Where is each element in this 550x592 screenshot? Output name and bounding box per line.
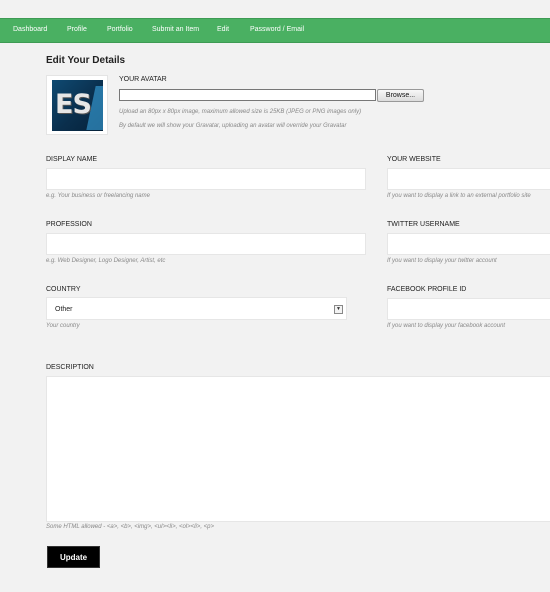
top-nav-bar: Dashboard Profile Portfolio Submit an It… [0, 18, 550, 43]
chevron-down-icon[interactable]: ▼ [334, 305, 343, 314]
country-hint: Your country [46, 323, 80, 329]
twitter-input[interactable] [387, 233, 550, 255]
description-label: DESCRIPTION [46, 364, 94, 371]
display-name-hint: e.g. Your business or freelancing name [46, 193, 150, 199]
website-label: YOUR WEBSITE [387, 156, 441, 163]
profession-input[interactable] [46, 233, 366, 255]
twitter-hint: If you want to display your twitter acco… [387, 258, 497, 264]
browse-button[interactable]: Browse... [377, 89, 424, 102]
facebook-label: FACEBOOK PROFILE ID [387, 286, 467, 293]
page-title: Edit Your Details [46, 55, 126, 66]
nav-item-password-email[interactable]: Password / Email [250, 26, 304, 33]
description-textarea[interactable] [46, 376, 550, 522]
display-name-label: DISPLAY NAME [46, 156, 98, 163]
avatar-file-input[interactable] [119, 89, 376, 101]
website-hint: If you want to display a link to an exte… [387, 193, 531, 199]
avatar-image: ES [52, 80, 103, 131]
country-select-value: Other [55, 306, 73, 313]
profession-label: PROFESSION [46, 221, 92, 228]
facebook-input[interactable] [387, 298, 550, 320]
display-name-input[interactable] [46, 168, 366, 190]
facebook-hint: If you want to display your facebook acc… [387, 323, 506, 329]
country-select[interactable]: Other ▼ [46, 297, 347, 320]
nav-item-profile[interactable]: Profile [67, 26, 87, 33]
avatar: ES [46, 75, 108, 135]
nav-item-portfolio[interactable]: Portfolio [107, 26, 133, 33]
website-input[interactable] [387, 168, 550, 190]
nav-item-edit[interactable]: Edit [217, 26, 229, 33]
nav-item-dashboard[interactable]: Dashboard [13, 26, 47, 33]
twitter-label: TWITTER USERNAME [387, 221, 460, 228]
description-hint: Some HTML allowed - <a>, <b>, <img>, <ul… [46, 524, 214, 530]
profession-hint: e.g. Web Designer, Logo Designer, Artist… [46, 258, 166, 264]
country-label: COUNTRY [46, 286, 81, 293]
update-button[interactable]: Update [47, 546, 100, 568]
avatar-size-hint: Upload an 80px x 80px image, maximum all… [119, 109, 362, 115]
avatar-label: YOUR AVATAR [119, 76, 167, 83]
avatar-gravatar-hint: By default we will show your Gravatar, u… [119, 123, 347, 129]
nav-item-submit-an-item[interactable]: Submit an Item [152, 26, 199, 33]
avatar-initials: ES [55, 89, 92, 120]
